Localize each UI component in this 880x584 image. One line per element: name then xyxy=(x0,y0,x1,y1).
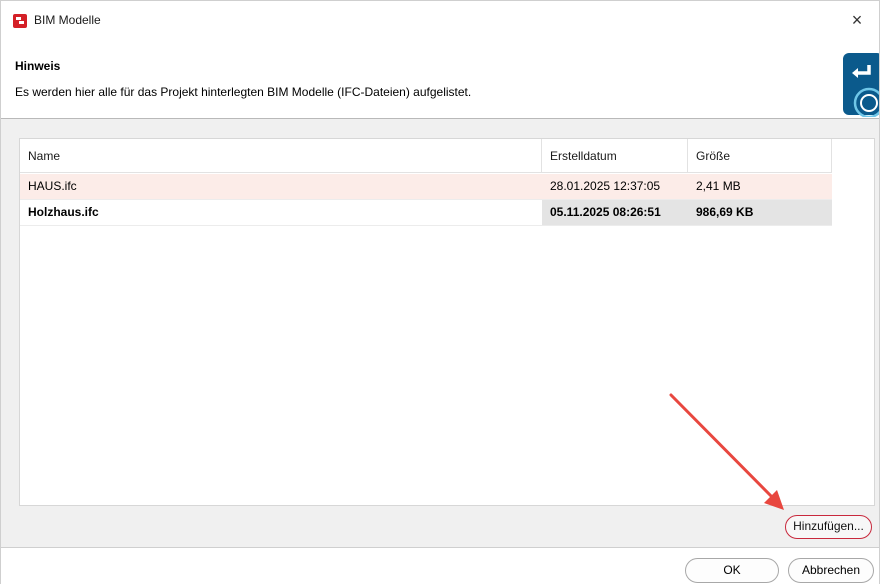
column-header-name[interactable]: Name xyxy=(20,139,542,173)
bim-model-list[interactable]: Name Erstelldatum Größe HAUS.ifc 28.01.2… xyxy=(19,138,875,506)
dialog-footer: OK Abbrechen xyxy=(1,547,879,584)
cell-created: 05.11.2025 08:26:51 xyxy=(542,200,688,225)
table-row[interactable]: Holzhaus.ifc 05.11.2025 08:26:51 986,69 … xyxy=(20,200,832,226)
close-button[interactable]: × xyxy=(845,9,869,33)
content-area: Name Erstelldatum Größe HAUS.ifc 28.01.2… xyxy=(1,119,879,547)
cancel-button[interactable]: Abbrechen xyxy=(788,558,874,583)
table-row[interactable]: HAUS.ifc 28.01.2025 12:37:05 2,41 MB xyxy=(20,174,832,200)
list-header: Name Erstelldatum Größe xyxy=(20,139,832,173)
window-title: BIM Modelle xyxy=(34,13,101,27)
bim-app-icon xyxy=(13,14,27,28)
cell-size: 986,69 KB xyxy=(688,200,832,225)
column-header-size[interactable]: Größe xyxy=(688,139,832,173)
cell-name: Holzhaus.ifc xyxy=(28,205,99,219)
cell-name: HAUS.ifc xyxy=(28,179,77,193)
cell-created: 28.01.2025 12:37:05 xyxy=(550,179,661,193)
hint-text: Es werden hier alle für das Projekt hint… xyxy=(15,85,472,99)
title-bar: BIM Modelle × xyxy=(1,1,879,39)
enter-key-logo-icon xyxy=(821,51,879,117)
cell-size: 2,41 MB xyxy=(696,179,741,193)
ok-button[interactable]: OK xyxy=(685,558,779,583)
hint-panel: Hinweis Es werden hier alle für das Proj… xyxy=(1,39,879,119)
bim-modelle-dialog: BIM Modelle × Hinweis Es werden hier all… xyxy=(0,0,880,584)
hint-title: Hinweis xyxy=(15,59,61,73)
column-header-created[interactable]: Erstelldatum xyxy=(542,139,688,173)
add-button[interactable]: Hinzufügen... xyxy=(785,515,872,539)
